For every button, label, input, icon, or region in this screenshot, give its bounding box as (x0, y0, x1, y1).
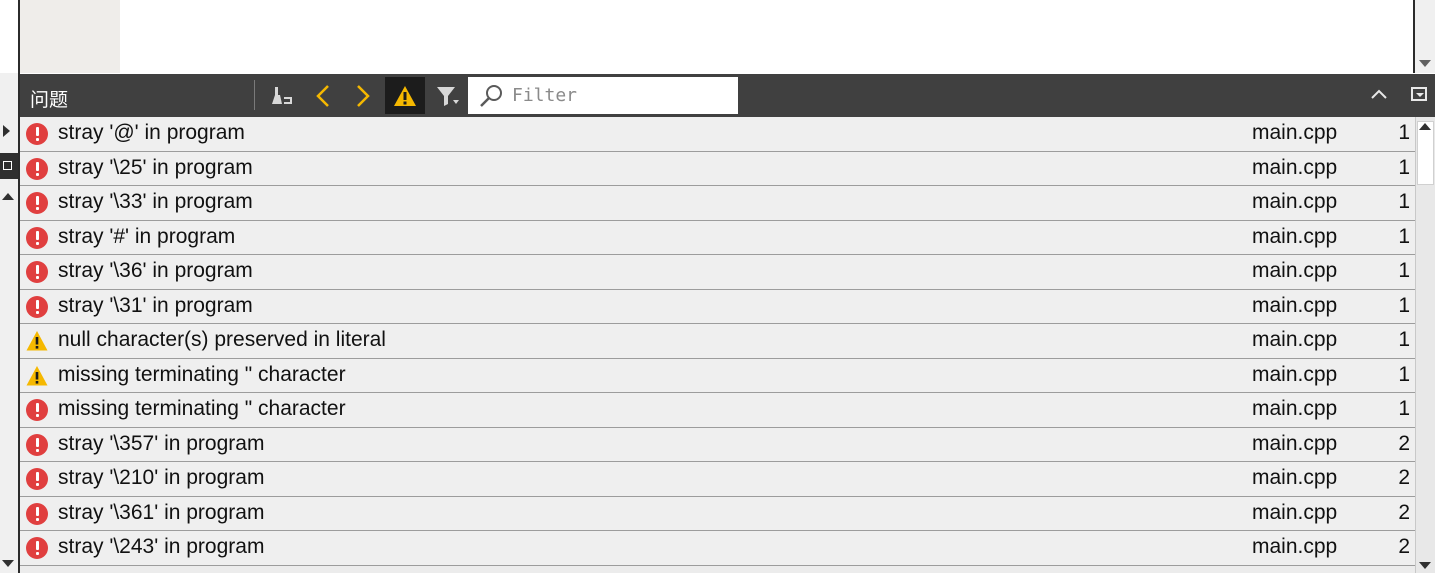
issue-row[interactable]: stray '\243' in program main.cpp 2 (20, 531, 1415, 566)
scroll-down-arrow-icon[interactable] (2, 560, 14, 567)
issue-file: main.cpp (1252, 362, 1338, 386)
issue-message: stray '\31' in program (58, 293, 253, 317)
error-icon (26, 502, 48, 525)
issue-message: missing terminating " character (58, 397, 346, 420)
issue-line: 1 (1398, 121, 1410, 144)
issue-row[interactable]: stray '\33' in program main.cpp 1 (20, 186, 1415, 221)
issue-message: stray '\36' in program (58, 259, 253, 282)
issue-message: stray '\361' in program (58, 500, 265, 524)
issue-row[interactable]: stray '\31' in program main.cpp 1 (20, 289, 1415, 324)
issue-line: 1 (1398, 259, 1410, 282)
issue-message: stray '#' in program (58, 224, 236, 248)
issue-file: main.cpp (1252, 466, 1338, 489)
chevron-up-icon[interactable] (1371, 86, 1387, 102)
square-icon (3, 161, 12, 170)
issue-line: 2 (1398, 431, 1410, 455)
issue-file: main.cpp (1252, 190, 1338, 213)
issue-row[interactable]: null character(s) preserved in literal ma… (20, 324, 1415, 359)
issue-line: 1 (1398, 328, 1410, 351)
error-icon (26, 226, 48, 249)
issue-line: 2 (1398, 535, 1410, 558)
issue-line: 1 (1398, 293, 1410, 317)
error-icon (26, 261, 48, 283)
editor-area[interactable] (0, 0, 1435, 73)
chevron-left-icon (316, 84, 329, 107)
issues-list[interactable]: stray '@' in program main.cpp 1 stray '\25'… (20, 117, 1415, 573)
issue-line: 2 (1398, 500, 1410, 524)
editor-gutter (20, 0, 120, 73)
issue-file: main.cpp (1252, 535, 1338, 558)
issue-row[interactable]: stray '@' in program main.cpp 1 (20, 117, 1415, 152)
issue-line: 1 (1398, 155, 1410, 179)
warning-icon (26, 330, 48, 352)
issue-row[interactable]: stray '\25' in program main.cpp 1 (20, 151, 1415, 186)
issue-row[interactable]: missing terminating " character main.cpp 1 (20, 358, 1415, 393)
issue-row[interactable]: missing terminating " character main.cpp 1 (20, 393, 1415, 428)
issue-file: main.cpp (1252, 259, 1338, 282)
clear-button[interactable] (266, 77, 300, 114)
scroll-down-arrow-icon[interactable] (1419, 60, 1431, 67)
show-warnings-toggle[interactable] (385, 77, 425, 114)
left-side-strip (0, 73, 20, 573)
error-icon (26, 468, 48, 490)
issue-message: stray '@' in program (58, 121, 245, 144)
issue-row[interactable]: stray '#' in program main.cpp 1 (20, 220, 1415, 255)
issue-line: 1 (1398, 397, 1410, 420)
issue-line: 1 (1398, 362, 1410, 386)
error-icon (26, 399, 48, 421)
expand-arrow-icon[interactable] (3, 125, 10, 137)
previous-issue-button[interactable] (308, 77, 338, 114)
panel-menu-icon[interactable] (1411, 87, 1427, 101)
issue-row[interactable]: stray '\357' in program main.cpp 2 (20, 427, 1415, 462)
issue-message: stray '\357' in program (58, 431, 265, 455)
error-icon (26, 157, 48, 180)
issue-row[interactable]: stray '\210' in program main.cpp 2 (20, 462, 1415, 497)
issue-file: main.cpp (1252, 397, 1338, 420)
editor-left-strip (0, 0, 20, 73)
issue-row[interactable]: stray '\361' in program main.cpp 2 (20, 496, 1415, 531)
issue-file: main.cpp (1252, 328, 1338, 351)
toolbar-separator (254, 80, 255, 110)
scroll-up-arrow-icon[interactable] (1419, 123, 1431, 130)
issue-message: stray '\243' in program (58, 535, 265, 558)
scroll-down-arrow-icon[interactable] (1419, 562, 1431, 569)
error-icon (26, 192, 48, 214)
next-issue-button[interactable] (348, 77, 378, 114)
issue-file: main.cpp (1252, 293, 1338, 317)
scrollbar-thumb[interactable] (1417, 121, 1434, 185)
scroll-up-arrow-icon[interactable] (2, 193, 14, 200)
error-icon (26, 433, 48, 456)
issue-file: main.cpp (1252, 121, 1338, 144)
issue-line: 1 (1398, 190, 1410, 213)
panel-toggle-button[interactable] (0, 153, 18, 179)
issue-file: main.cpp (1252, 500, 1338, 524)
magnifier-icon (480, 85, 502, 107)
issue-line: 1 (1398, 224, 1410, 248)
clear-broom-icon (272, 86, 292, 104)
issue-message: stray '\210' in program (58, 466, 265, 489)
issue-row[interactable]: stray '\36' in program main.cpp 1 (20, 255, 1415, 290)
editor-scrollbar[interactable] (1415, 0, 1435, 73)
issue-file: main.cpp (1252, 431, 1338, 455)
issue-message: null character(s) preserved in literal (58, 328, 386, 351)
warning-filter-icon (394, 85, 416, 106)
warning-icon (26, 365, 48, 387)
panel-title: 问题 (30, 89, 69, 111)
filter-box[interactable] (468, 77, 738, 114)
issues-scrollbar[interactable] (1415, 117, 1435, 573)
issue-file: main.cpp (1252, 224, 1338, 248)
issue-message: stray '\25' in program (58, 155, 253, 179)
filter-menu-button[interactable] (430, 77, 466, 114)
issue-line: 2 (1398, 466, 1410, 489)
funnel-filter-icon (437, 86, 459, 106)
issue-file: main.cpp (1252, 155, 1338, 179)
issue-message: stray '\33' in program (58, 190, 253, 213)
chevron-right-icon (357, 84, 370, 107)
error-icon (26, 123, 48, 145)
issue-message: missing terminating " character (58, 362, 346, 386)
error-icon (26, 295, 48, 318)
issues-toolbar: 问题 (20, 74, 1435, 117)
filter-input[interactable] (512, 83, 727, 107)
error-icon (26, 537, 48, 559)
